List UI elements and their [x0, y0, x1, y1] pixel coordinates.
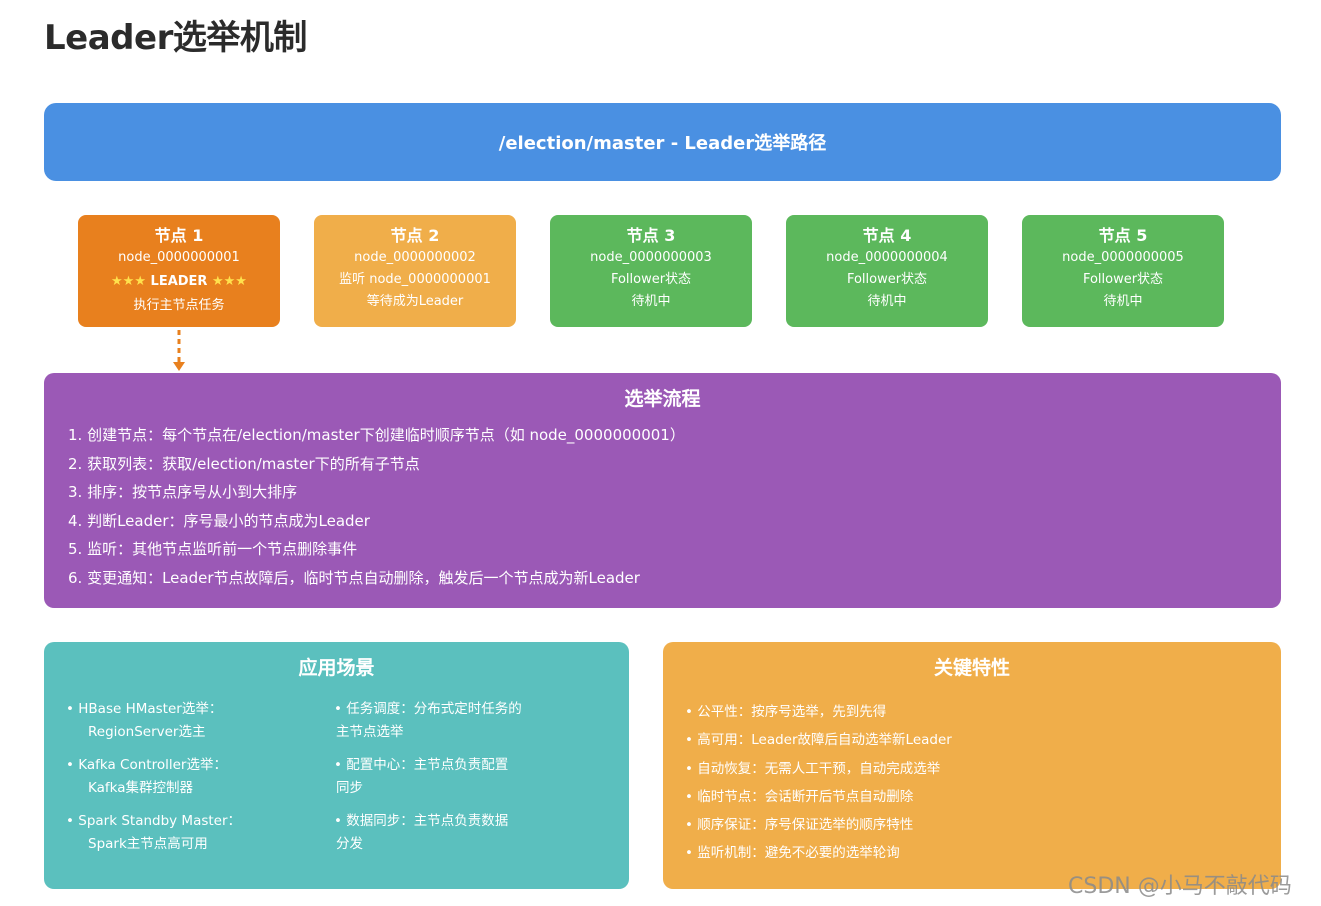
list-item: • 监听机制：避免不必要的选举轮询 [685, 845, 900, 862]
item-line: Spark主节点高可用 [88, 836, 208, 852]
node-title: 节点 2 [390, 226, 440, 245]
star-icon: ★★★ [211, 274, 247, 289]
node-status: 待机中 [631, 294, 671, 309]
list-item: • 顺序保证：序号保证选举的顺序特性 [685, 817, 914, 834]
list-item: • Spark Standby Master： Spark主节点高可用 [66, 810, 326, 856]
node-card-3: 节点 3 node_0000000003 Follower状态 待机中 [550, 215, 752, 327]
item-line: RegionServer选主 [88, 724, 206, 740]
list-item: • 配置中心：主节点负责配置 同步 [334, 754, 584, 800]
node-state: Follower状态 [1082, 272, 1164, 287]
item-line: 主节点选举 [336, 724, 404, 740]
list-item: • HBase HMaster选举： RegionServer选主 [66, 698, 326, 744]
election-path-bar: /election/master - Leader选举路径 [44, 103, 1281, 181]
node-id: node_0000000004 [826, 250, 948, 265]
flow-title: 选举流程 [624, 388, 701, 410]
item-line: • 配置中心：主节点负责配置 [334, 757, 509, 773]
list-item: • 公平性：按序号选举，先到先得 [685, 704, 887, 720]
item-line: • HBase HMaster选举： [66, 701, 223, 717]
node-card-2: 节点 2 node_0000000002 监听 node_0000000001 … [314, 215, 516, 327]
flow-step: 1. 创建节点：每个节点在/election/master下创建临时顺序节点（如… [68, 426, 685, 444]
flow-step: 6. 变更通知：Leader节点故障后，临时节点自动删除，触发后一个节点成为新L… [68, 568, 640, 587]
node-state: Follower状态 [610, 272, 692, 287]
item-line: • Kafka Controller选举： [66, 757, 227, 773]
node-id: node_0000000001 [118, 250, 240, 265]
node-id: node_0000000002 [354, 250, 476, 265]
star-icon: ★★★ [111, 274, 146, 289]
node-status: 待机中 [1103, 294, 1143, 309]
node-status: 执行主节点任务 [133, 298, 225, 313]
node-card-5: 节点 5 node_0000000005 Follower状态 待机中 [1022, 215, 1224, 327]
flow-step: 5. 监听：其他节点监听前一个节点删除事件 [68, 540, 358, 558]
item-line: • 任务调度：分布式定时任务的 [334, 701, 522, 717]
node-id: node_0000000003 [590, 250, 712, 265]
flow-step: 3. 排序：按节点序号从小到大排序 [68, 483, 298, 501]
item-line: Kafka集群控制器 [88, 780, 193, 796]
list-item: • 任务调度：分布式定时任务的 主节点选举 [334, 698, 584, 744]
list-item: • 自动恢复：无需人工干预，自动完成选举 [685, 760, 941, 777]
apps-title: 应用场景 [298, 657, 375, 679]
node-card-1: 节点 1 node_0000000001 ★★★ LEADER ★★★ 执行主节… [78, 215, 280, 327]
leader-badge: ★★★ LEADER ★★★ [78, 269, 280, 295]
node-title: 节点 1 [154, 226, 204, 245]
list-item: • 数据同步：主节点负责数据 分发 [334, 810, 584, 856]
node-card-4: 节点 4 node_0000000004 Follower状态 待机中 [786, 215, 988, 327]
list-item: • 高可用：Leader故障后自动选举新Leader [685, 732, 952, 749]
list-item: • 临时节点：会话断开后节点自动删除 [685, 788, 914, 805]
flow-step: 4. 判断Leader：序号最小的节点成为Leader [68, 511, 370, 530]
item-line: 分发 [336, 836, 363, 852]
flow-step: 2. 获取列表：获取/election/master下的所有子节点 [68, 454, 420, 473]
node-watch: 监听 node_0000000001 [339, 272, 491, 287]
node-status: 等待成为Leader [366, 294, 464, 309]
page-title: Leader选举机制 [44, 18, 307, 58]
node-title: 节点 5 [1098, 226, 1148, 245]
dashed-arrow-icon [173, 330, 185, 371]
features-list: • 公平性：按序号选举，先到先得 • 高可用：Leader故障后自动选举新Lea… [685, 698, 952, 868]
node-title: 节点 4 [862, 226, 912, 245]
node-title: 节点 3 [626, 226, 676, 245]
node-state: Follower状态 [846, 272, 928, 287]
watermark: CSDN @小马不敲代码 [1068, 874, 1292, 899]
apps-left-column: • HBase HMaster选举： RegionServer选主 • Kafk… [66, 698, 326, 866]
list-item: • Kafka Controller选举： Kafka集群控制器 [66, 754, 326, 800]
page: Leader选举机制 /election/master - Leader选举路径… [0, 0, 1321, 906]
node-id: node_0000000005 [1062, 250, 1184, 265]
election-flow-panel: 选举流程 1. 创建节点：每个节点在/election/master下创建临时顺… [44, 373, 1281, 608]
item-line: • 数据同步：主节点负责数据 [334, 813, 509, 829]
leader-label: LEADER [150, 274, 208, 289]
key-features-panel: 关键特性 • 公平性：按序号选举，先到先得 • 高可用：Leader故障后自动选… [663, 642, 1281, 889]
item-line: • Spark Standby Master： [66, 813, 242, 829]
features-title: 关键特性 [933, 657, 1010, 679]
apps-right-column: • 任务调度：分布式定时任务的 主节点选举 • 配置中心：主节点负责配置 同步 … [334, 698, 584, 866]
item-line: 同步 [336, 780, 363, 796]
node-status: 待机中 [867, 294, 907, 309]
application-scenarios-panel: 应用场景 • HBase HMaster选举： RegionServer选主 •… [44, 642, 629, 889]
